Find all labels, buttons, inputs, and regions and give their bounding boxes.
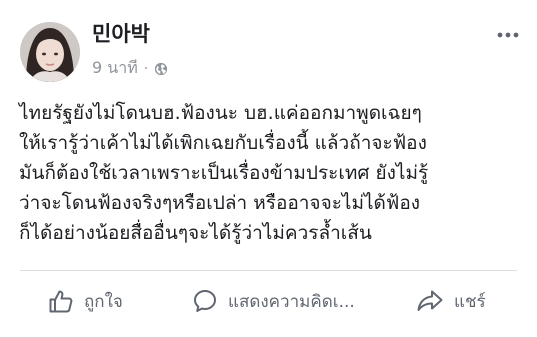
like-label: ถูกใจ [84,291,123,312]
share-arrow-icon [416,288,444,314]
share-label: แชร์ [454,291,486,312]
like-button[interactable]: ถูกใจ [48,280,123,322]
post-text-line: มันก็ต้องใช้เวลาเพราะเป็นเรื่องข้ามประเท… [19,162,429,184]
post-timestamp[interactable]: 9 นาที [92,56,138,81]
more-options-icon[interactable] [497,24,519,46]
author-name[interactable]: 민아박 [92,18,150,48]
comment-label: แสดงความคิดเ... [228,291,355,312]
facebook-post: 민아박 9 นาที · ไทยรัฐยังไม่โดนบฮ.ฟ้องนะ บฮ… [0,0,537,338]
post-meta: 9 นาที · [92,56,168,81]
post-text-line: ให้เรารู้ว่าเค้าไม่ได้เพิกเฉยกับเรื่องนี… [19,132,427,154]
comment-button[interactable]: แสดงความคิดเ... [192,280,355,322]
post-text-line: ไทยรัฐยังไม่โดนบฮ.ฟ้องนะ บฮ.แค่ออกมาพูดเ… [19,102,422,124]
avatar[interactable] [20,22,80,82]
post-text: ไทยรัฐยังไม่โดนบฮ.ฟ้องนะ บฮ.แค่ออกมาพูดเ… [19,98,524,248]
thumbs-up-icon [48,288,74,314]
profile-photo [20,22,80,82]
action-divider [20,270,517,271]
comment-icon [192,288,218,314]
meta-separator: · [143,60,149,77]
post-text-line: ก็ได้อย่างน้อยสื่ออื่นๆจะได้รู้ว่าไม่ควร… [19,222,372,244]
globe-icon[interactable] [154,62,168,76]
share-button[interactable]: แชร์ [416,280,486,322]
post-text-line: ว่าจะโดนฟ้องจริงๆหรือเปล่า หรืออาจจะไม่ไ… [19,192,421,214]
action-bar: ถูกใจ แสดงความคิดเ... แชร์ [0,280,537,322]
